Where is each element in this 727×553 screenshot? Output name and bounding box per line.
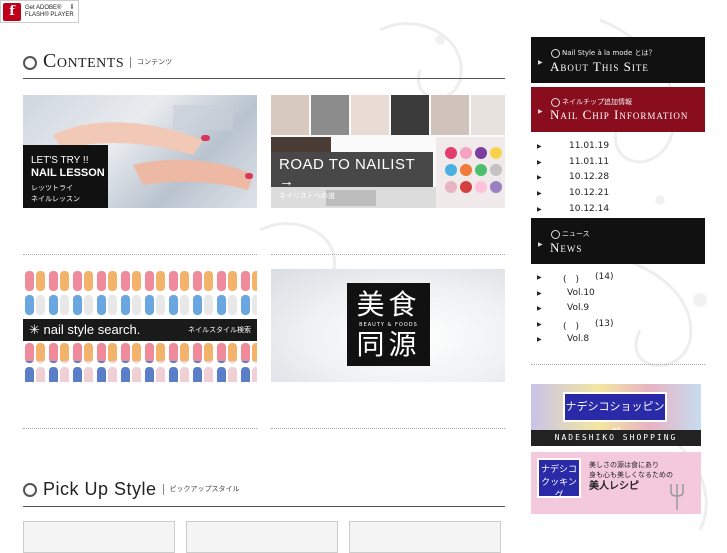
beauty-foods-tile[interactable]: 美食 BEAUTY & FOODS 同源: [271, 269, 505, 382]
arrow-right-icon: ▶: [537, 190, 542, 197]
download-arrow-icon: ⬇: [69, 3, 75, 11]
chip-date-link[interactable]: ▶ 10.12.28: [531, 172, 705, 186]
get-flash-player-badge[interactable]: f Get ADOBE® FLASH® PLAYER ⬇: [0, 0, 79, 23]
flash-line1: Get ADOBE®: [25, 4, 62, 11]
dotted-divider: [531, 364, 705, 365]
chip-date-link[interactable]: ▶ 10.12.14: [531, 204, 705, 218]
arrow-right-icon: ▶: [537, 274, 542, 281]
sparkle-icon: ✳: [29, 322, 40, 337]
flash-line2: FLASH® PLAYER: [25, 11, 74, 18]
lesson-line1: LET'S TRY !!: [31, 155, 89, 166]
news-item-link[interactable]: ▶ Vol.9: [531, 303, 705, 317]
nail-lesson-tile[interactable]: LET'S TRY !! NAIL LESSON レッツトライ ネイルレッスン: [23, 95, 257, 208]
arrow-right-icon: ▶: [537, 336, 542, 343]
search-line2: ネイルスタイル検索: [188, 326, 251, 334]
pickup-card[interactable]: [23, 521, 175, 553]
arrow-right-icon: ▶: [537, 305, 542, 312]
cooking-text2: 身も心も美しくなるための: [589, 471, 673, 479]
dotted-divider: [23, 254, 257, 255]
nail-style-search-label: ✳ nail style search. ネイルスタイル検索: [23, 319, 257, 341]
nailist-line1: ROAD TO NAILIST →: [279, 156, 415, 190]
pickup-rule: [23, 506, 505, 507]
chip-date-link[interactable]: ▶ 11.01.19: [531, 141, 705, 155]
nail-chip-information-button[interactable]: ネイルチップ追加情報 ▶ Nail Chip Information: [531, 87, 705, 132]
pickup-subtitle: ピックアップスタイル: [162, 484, 240, 495]
nadeshiko-shopping-banner[interactable]: ナデシコショッピング NADESHIKO SHOPPING: [531, 384, 701, 446]
pickup-card[interactable]: [349, 521, 501, 553]
ring-icon: [551, 49, 560, 58]
news-button[interactable]: ニュース ▶ News: [531, 218, 705, 264]
about-small-label: Nail Style à la mode とは？: [562, 49, 656, 57]
arrow-right-icon: ▶: [538, 241, 543, 248]
cooking-label: ナデシコ クッキング: [537, 458, 581, 501]
contents-rule: [23, 78, 505, 79]
flash-logo-icon: f: [3, 2, 21, 21]
dotted-divider: [271, 428, 505, 429]
nail-style-search-tile[interactable]: ✳ nail style search. ネイルスタイル検索: [23, 269, 257, 382]
contents-subtitle: コンテンツ: [130, 57, 172, 68]
arrow-right-icon: ▶: [537, 143, 542, 150]
dotted-divider: [23, 428, 257, 429]
road-to-nailist-tile[interactable]: ROAD TO NAILIST → ネイリストへの道: [271, 95, 505, 208]
shopping-label: ナデシコショッピング: [563, 392, 667, 439]
news-item-link[interactable]: ▶ ( ) (14): [531, 272, 705, 286]
about-title: About This Site: [550, 59, 649, 74]
arrow-right-icon: ▶: [537, 290, 542, 297]
lesson-line2: NAIL LESSON: [31, 167, 105, 179]
arrow-right-icon: ▶: [538, 108, 543, 115]
pickup-card[interactable]: [186, 521, 338, 553]
ring-icon: [23, 56, 37, 70]
chip-title: Nail Chip Information: [550, 107, 689, 122]
ring-icon: [551, 230, 560, 239]
search-line1: nail style search.: [43, 322, 141, 337]
pickup-title: Pick Up Style: [43, 479, 157, 499]
news-item-link[interactable]: ▶ ( ) (13): [531, 319, 705, 333]
news-small-label: ニュース: [562, 230, 590, 238]
pickup-heading: Pick Up Style ピックアップスタイル: [23, 479, 240, 500]
contents-heading: Contents コンテンツ: [23, 50, 172, 73]
beauty-foods-logo: 美食 BEAUTY & FOODS 同源: [347, 283, 430, 366]
arrow-right-icon: ▶: [537, 159, 542, 166]
bishoku-kanji-bottom: 同源: [356, 328, 421, 361]
chip-small-label: ネイルチップ追加情報: [562, 98, 632, 106]
fork-icon: [670, 484, 684, 510]
ring-icon: [23, 483, 37, 497]
arrow-right-icon: ▶: [537, 206, 542, 213]
nail-lesson-label: LET'S TRY !! NAIL LESSON レッツトライ ネイルレッスン: [23, 145, 108, 208]
about-this-site-button[interactable]: Nail Style à la mode とは？ ▶ About This Si…: [531, 37, 705, 83]
chip-date-link[interactable]: ▶ 11.01.11: [531, 157, 705, 171]
arrow-right-icon: ▶: [537, 321, 542, 328]
news-item-link[interactable]: ▶ Vol.8: [531, 334, 705, 348]
arrow-right-icon: ▶: [538, 59, 543, 66]
shopping-caption: NADESHIKO SHOPPING: [531, 430, 701, 446]
chip-date-link[interactable]: ▶ 10.12.21: [531, 188, 705, 202]
lesson-line3: レッツトライ: [31, 184, 73, 192]
road-to-nailist-label: ROAD TO NAILIST → ネイリストへの道: [271, 152, 433, 200]
arrow-right-icon: ▶: [537, 174, 542, 181]
news-title: News: [550, 240, 583, 255]
contents-title: Contents: [43, 50, 125, 72]
nadeshiko-cooking-banner[interactable]: ナデシコ クッキング 美しさの源は食にあり 身も心も美しくなるための 美人レシピ: [531, 452, 701, 514]
news-item-link[interactable]: ▶ Vol.10: [531, 288, 705, 302]
lesson-line4: ネイルレッスン: [31, 195, 80, 203]
cooking-text1: 美しさの源は食にあり: [589, 461, 659, 469]
bishoku-kanji-top: 美食: [356, 288, 421, 321]
ring-icon: [551, 98, 560, 107]
dotted-divider: [271, 254, 505, 255]
nailist-line2: ネイリストへの道: [279, 192, 335, 200]
